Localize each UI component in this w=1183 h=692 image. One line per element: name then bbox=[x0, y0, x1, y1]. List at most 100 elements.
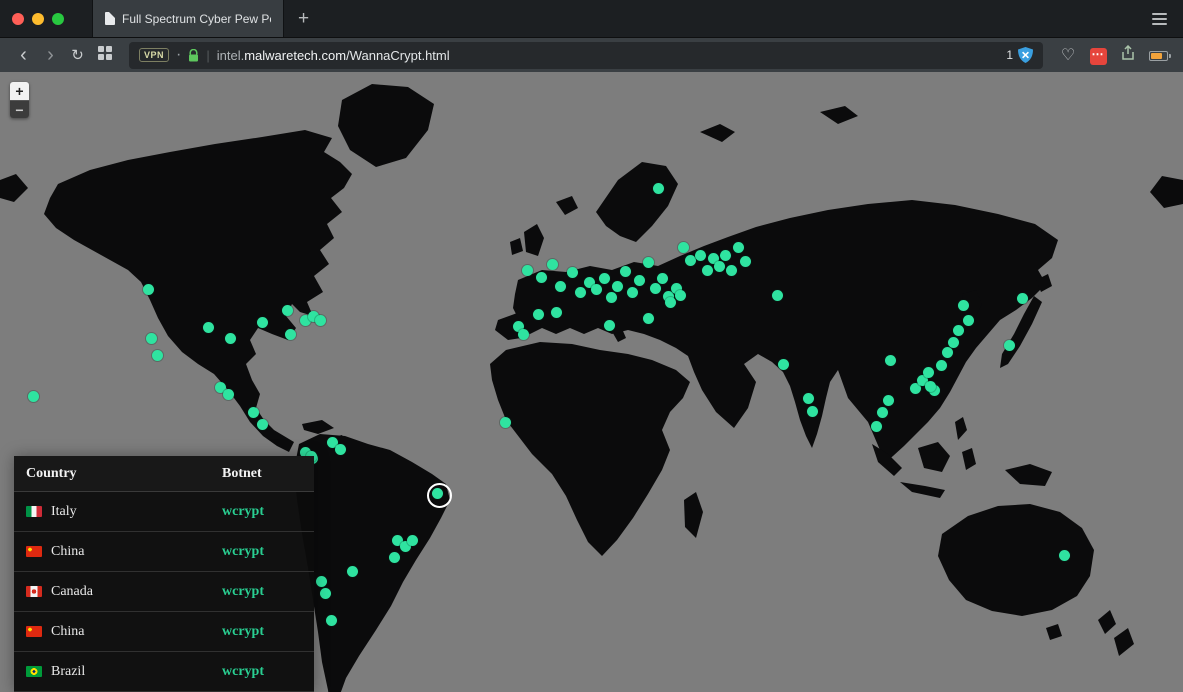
infection-dot[interactable] bbox=[334, 443, 346, 455]
infection-dot[interactable] bbox=[224, 332, 236, 344]
minimize-window-button[interactable] bbox=[32, 12, 44, 25]
infection-dot[interactable] bbox=[649, 282, 661, 294]
infection-dot[interactable] bbox=[652, 182, 664, 194]
map-zoom-control: + − bbox=[10, 82, 29, 118]
infection-dot[interactable] bbox=[806, 405, 818, 417]
infection-dot[interactable] bbox=[701, 264, 713, 276]
infection-dot[interactable] bbox=[771, 289, 783, 301]
infection-dot[interactable] bbox=[674, 289, 686, 301]
infection-dot[interactable] bbox=[664, 296, 676, 308]
reload-button[interactable]: ↻ bbox=[64, 42, 91, 69]
vpn-badge[interactable]: VPN bbox=[139, 48, 170, 62]
infection-dot[interactable] bbox=[247, 406, 259, 418]
infection-dot[interactable] bbox=[27, 390, 39, 402]
infection-dot[interactable] bbox=[935, 359, 947, 371]
infection-dot[interactable] bbox=[656, 272, 668, 284]
infection-dot[interactable] bbox=[677, 241, 689, 253]
infection-dot[interactable] bbox=[314, 314, 326, 326]
infection-dot[interactable] bbox=[315, 575, 327, 587]
infection-dot[interactable] bbox=[962, 314, 974, 326]
infection-dot[interactable] bbox=[603, 319, 615, 331]
infection-dot[interactable] bbox=[574, 286, 586, 298]
infection-dot[interactable] bbox=[694, 249, 706, 261]
infection-dot[interactable] bbox=[802, 392, 814, 404]
infection-dot[interactable] bbox=[922, 366, 934, 378]
forward-button[interactable]: › bbox=[37, 42, 64, 69]
infection-dot[interactable] bbox=[642, 256, 654, 268]
share-icon[interactable] bbox=[1113, 44, 1143, 65]
infection-dot[interactable] bbox=[256, 316, 268, 328]
infection-dot[interactable] bbox=[532, 308, 544, 320]
infection-dot[interactable] bbox=[947, 336, 959, 348]
adblock-icon[interactable]: ⋯ bbox=[1083, 45, 1113, 65]
url-subdomain: intel. bbox=[216, 47, 245, 63]
infection-dot[interactable] bbox=[142, 283, 154, 295]
infection-dot[interactable] bbox=[626, 286, 638, 298]
lock-icon[interactable] bbox=[188, 48, 199, 62]
infection-dot[interactable] bbox=[151, 349, 163, 361]
tab-grid-icon[interactable] bbox=[91, 45, 119, 65]
infection-dot[interactable] bbox=[222, 388, 234, 400]
botnet-name: wcrypt bbox=[222, 583, 264, 599]
infection-dot[interactable] bbox=[611, 280, 623, 292]
infection-dot[interactable] bbox=[605, 291, 617, 303]
infection-dot[interactable] bbox=[202, 321, 214, 333]
url-bar[interactable]: VPN · | intel.malwaretech.com/WannaCrypt… bbox=[129, 41, 1043, 69]
infection-dot[interactable] bbox=[346, 565, 358, 577]
infection-dot[interactable] bbox=[725, 264, 737, 276]
infection-dot[interactable] bbox=[499, 416, 511, 428]
infection-dot[interactable] bbox=[684, 254, 696, 266]
browser-tab[interactable]: Full Spectrum Cyber Pew Pew bbox=[92, 0, 284, 37]
infection-dot[interactable] bbox=[884, 354, 896, 366]
infection-dot[interactable] bbox=[732, 241, 744, 253]
infection-dot[interactable] bbox=[319, 587, 331, 599]
infection-dot[interactable] bbox=[284, 328, 296, 340]
infection-dot[interactable] bbox=[550, 306, 562, 318]
battery-icon[interactable] bbox=[1143, 47, 1173, 64]
page-icon bbox=[105, 12, 115, 25]
menu-icon[interactable] bbox=[1152, 12, 1167, 25]
infection-dot[interactable] bbox=[406, 534, 418, 546]
infection-dot[interactable] bbox=[281, 304, 293, 316]
infection-dot[interactable] bbox=[882, 394, 894, 406]
infection-dot[interactable] bbox=[642, 312, 654, 324]
infection-dot[interactable] bbox=[145, 332, 157, 344]
infection-dot[interactable] bbox=[1058, 549, 1070, 561]
infection-dot[interactable] bbox=[777, 358, 789, 370]
tracker-blocker[interactable]: 1 bbox=[1006, 47, 1033, 63]
infection-dot[interactable] bbox=[1003, 339, 1015, 351]
infection-dot-selected[interactable] bbox=[426, 482, 452, 508]
infection-dot[interactable] bbox=[957, 299, 969, 311]
infection-dot[interactable] bbox=[388, 551, 400, 563]
infection-dot[interactable] bbox=[870, 420, 882, 432]
infection-dot[interactable] bbox=[256, 418, 268, 430]
feed-header-row: Country Botnet bbox=[14, 456, 314, 492]
zoom-out-button[interactable]: − bbox=[10, 100, 29, 118]
back-button[interactable]: ‹ bbox=[10, 42, 37, 69]
infection-dot[interactable] bbox=[590, 283, 602, 295]
infection-dot[interactable] bbox=[598, 272, 610, 284]
infection-dot[interactable] bbox=[517, 328, 529, 340]
infection-dot[interactable] bbox=[719, 249, 731, 261]
infection-dot[interactable] bbox=[619, 265, 631, 277]
infection-dot[interactable] bbox=[952, 324, 964, 336]
infection-dot[interactable] bbox=[739, 255, 751, 267]
fullscreen-window-button[interactable] bbox=[52, 12, 64, 25]
infection-dot[interactable] bbox=[566, 266, 578, 278]
world-map[interactable]: + − Country Botnet Italy wcrypt China wcryp… bbox=[0, 72, 1183, 692]
infection-dot[interactable] bbox=[521, 264, 533, 276]
infection-dot[interactable] bbox=[941, 346, 953, 358]
infection-dot[interactable] bbox=[535, 271, 547, 283]
new-tab-button[interactable]: + bbox=[298, 9, 309, 28]
infection-dot[interactable] bbox=[554, 280, 566, 292]
infection-dot[interactable] bbox=[633, 274, 645, 286]
infection-dot[interactable] bbox=[325, 614, 337, 626]
zoom-in-button[interactable]: + bbox=[10, 82, 29, 100]
close-window-button[interactable] bbox=[12, 12, 24, 25]
infection-dot[interactable] bbox=[1016, 292, 1028, 304]
infection-dot[interactable] bbox=[713, 260, 725, 272]
infection-dot[interactable] bbox=[924, 380, 936, 392]
infection-dot[interactable] bbox=[876, 406, 888, 418]
bookmark-heart-icon[interactable]: ♡ bbox=[1053, 45, 1083, 65]
infection-dot[interactable] bbox=[546, 258, 558, 270]
